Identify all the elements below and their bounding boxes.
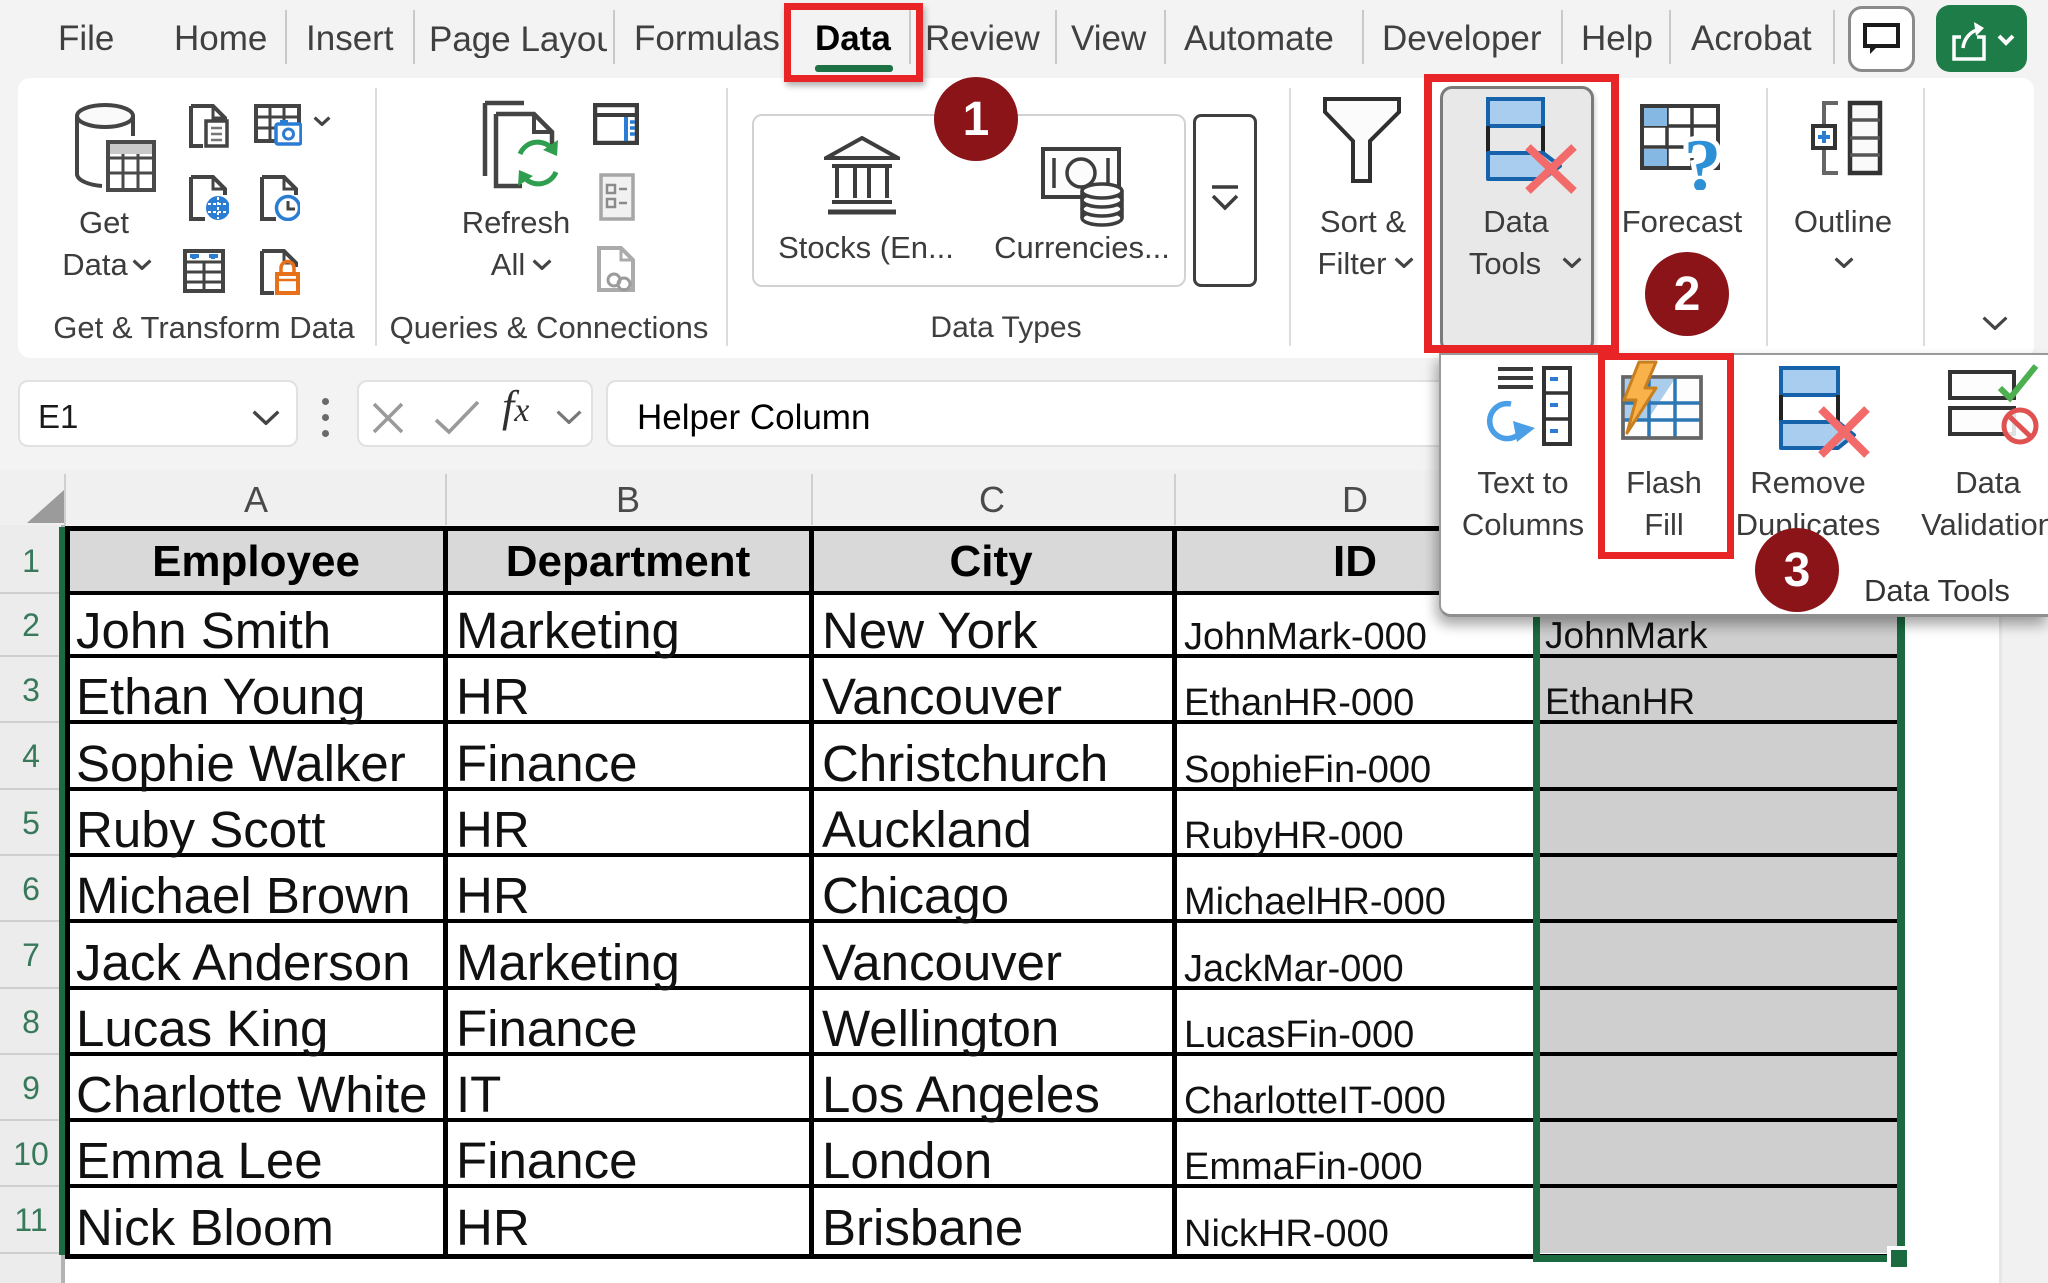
svg-text:?: ? bbox=[1684, 125, 1721, 190]
